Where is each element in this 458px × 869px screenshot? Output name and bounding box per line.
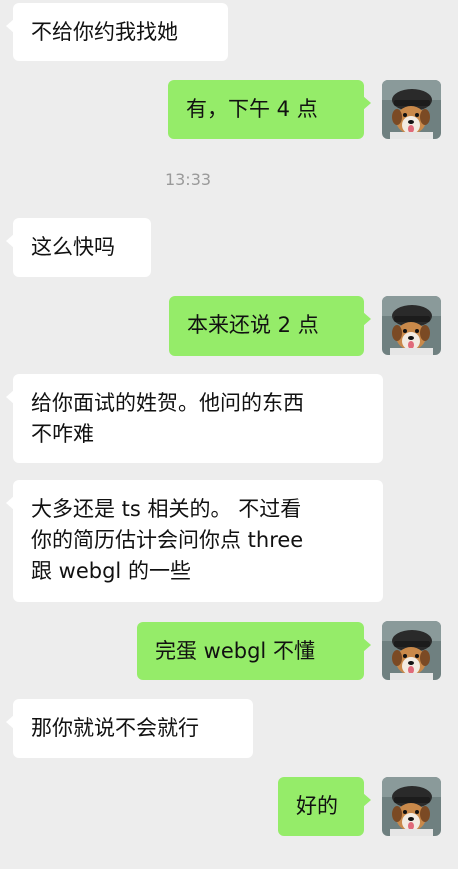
- message-bubble-received[interactable]: 给你面试的姓贺。他问的东西 不咋难: [6, 374, 383, 463]
- message-bubble-sent[interactable]: 好的: [278, 777, 371, 836]
- dog-wearing-beret-avatar-icon: [382, 80, 441, 139]
- message-bubble-sent[interactable]: 本来还说 2 点: [169, 296, 371, 356]
- message-bubble-received[interactable]: 这么快吗: [6, 218, 151, 277]
- message-bubble-received[interactable]: 那你就说不会就行: [6, 699, 253, 758]
- avatar-self[interactable]: [382, 777, 441, 836]
- avatar-self[interactable]: [382, 296, 441, 355]
- message-bubble-sent[interactable]: 有，下午 4 点: [168, 80, 371, 139]
- avatar-self[interactable]: [382, 80, 441, 139]
- chat-history: 不给你约我找她 有，下午 4 点 13:33 这么快吗 本来还说 2 点 给你面…: [0, 0, 458, 869]
- timestamp: 13:33: [164, 170, 212, 189]
- avatar-self[interactable]: [382, 621, 441, 680]
- dog-wearing-beret-avatar-icon: [382, 777, 441, 836]
- dog-wearing-beret-avatar-icon: [382, 296, 441, 355]
- dog-wearing-beret-avatar-icon: [382, 621, 441, 680]
- message-bubble-sent[interactable]: 完蛋 webgl 不懂: [137, 622, 371, 680]
- message-bubble-received[interactable]: 不给你约我找她: [6, 3, 228, 61]
- message-bubble-received[interactable]: 大多还是 ts 相关的。 不过看 你的简历估计会问你点 three 跟 webg…: [6, 480, 383, 602]
